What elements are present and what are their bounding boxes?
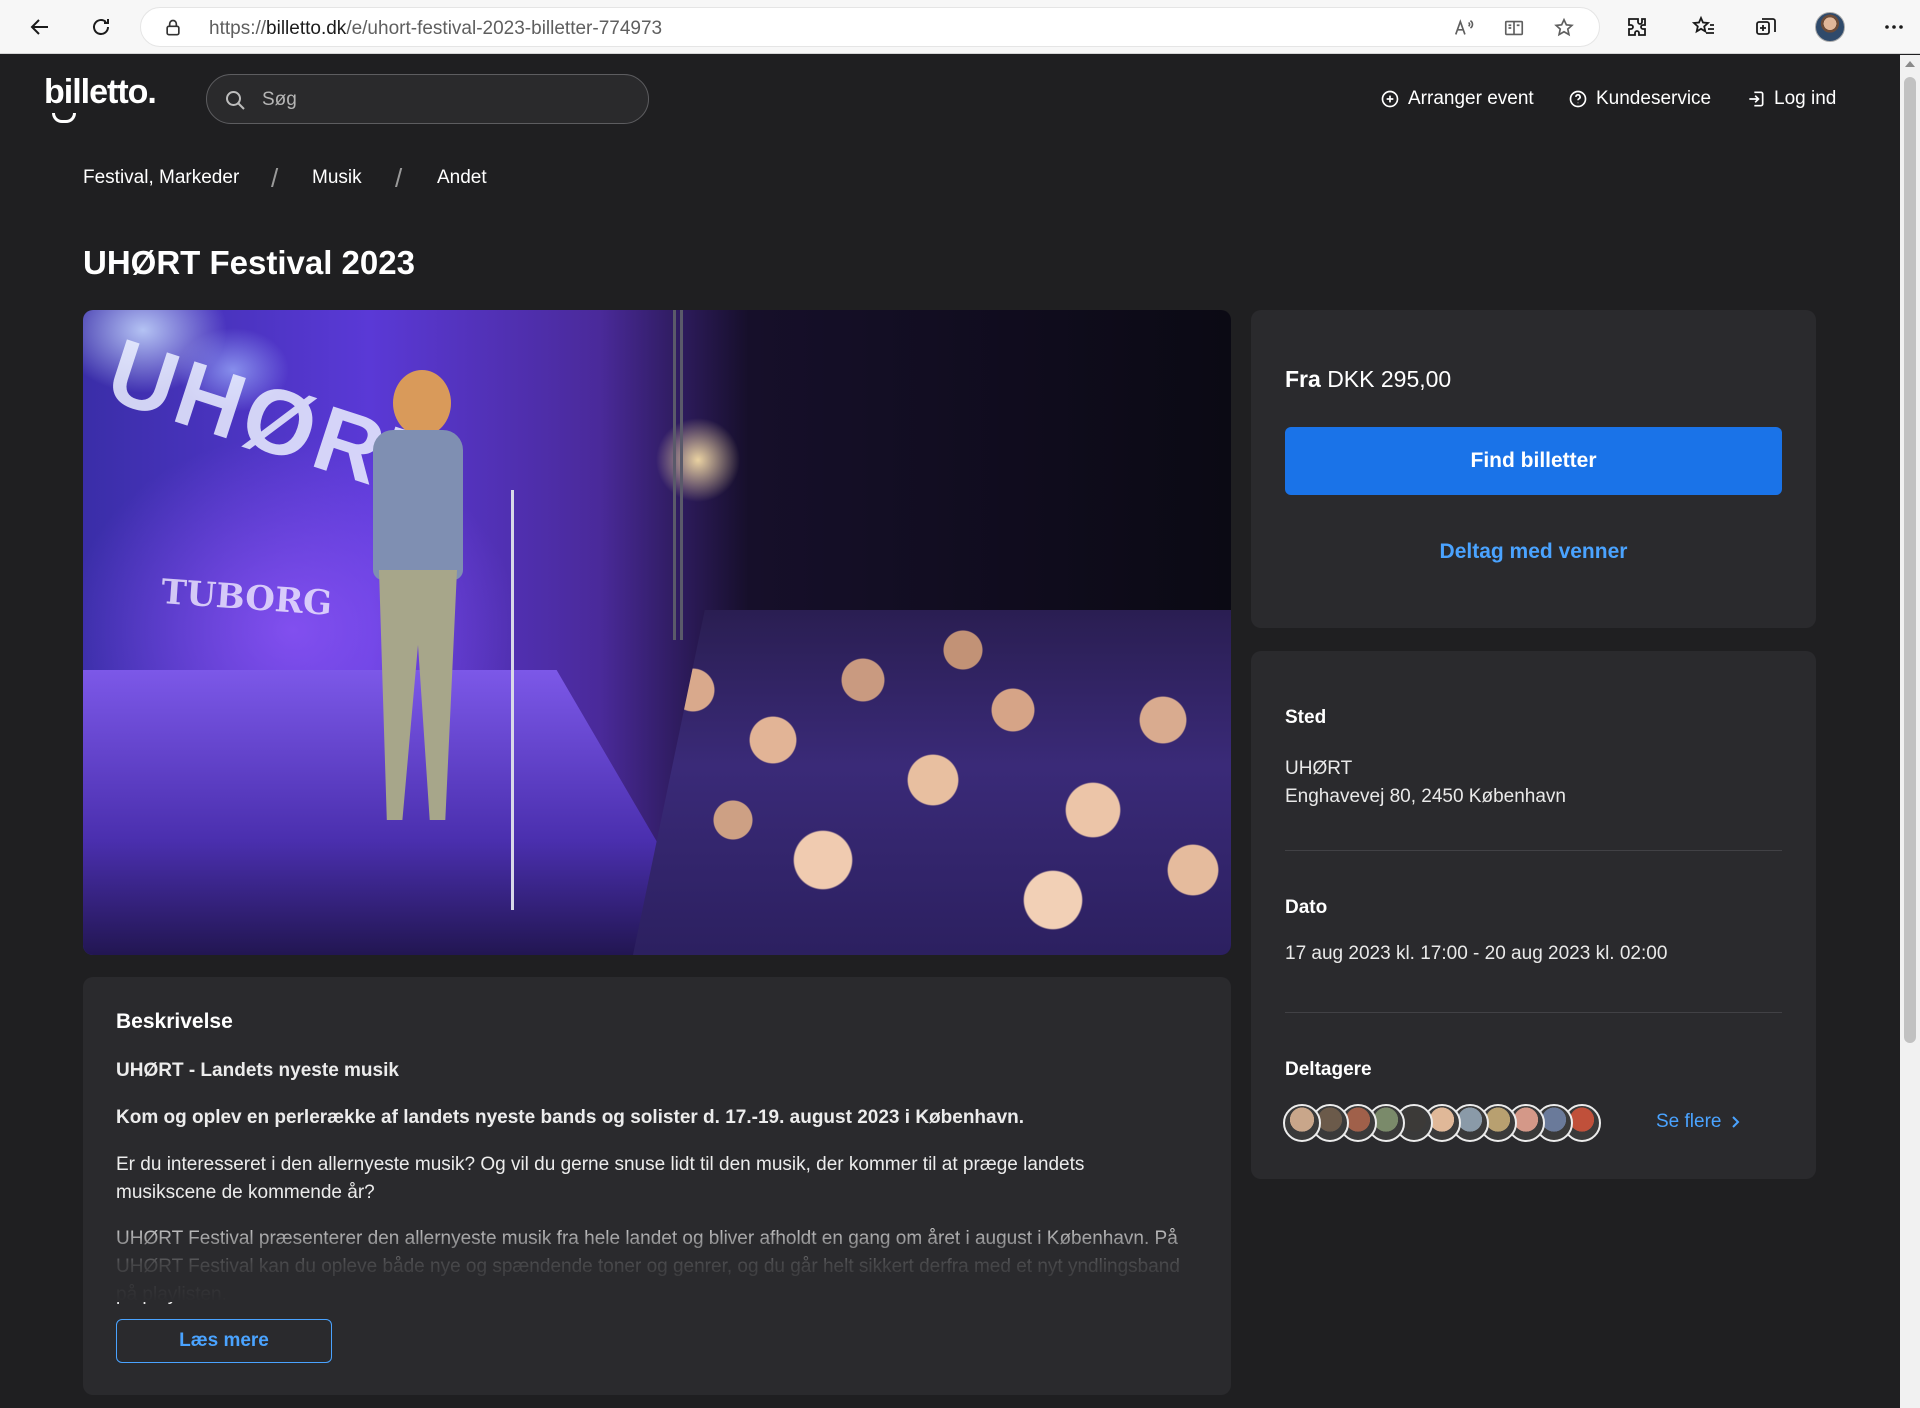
date-value: 17 aug 2023 kl. 17:00 - 20 aug 2023 kl. … [1285, 943, 1668, 964]
nav-kundeservice-label: Kundeservice [1596, 88, 1712, 109]
logo-smile-icon [52, 113, 76, 123]
divider [1285, 1012, 1782, 1013]
nav-arranger-event[interactable]: Arranger event [1380, 84, 1534, 114]
url-path: /e/uhort-festival-2023-billetter-774973 [346, 18, 663, 39]
join-with-friends-link[interactable]: Deltag med venner [1285, 540, 1782, 564]
breadcrumb-festival[interactable]: Festival, Markeder [83, 167, 239, 189]
price-value: DKK 295,00 [1327, 366, 1452, 392]
collections-icon[interactable] [1752, 13, 1780, 41]
extensions-icon[interactable] [1623, 13, 1651, 41]
plus-circle-icon [1381, 90, 1399, 108]
price-text: Fra DKK 295,00 [1285, 366, 1451, 393]
event-title: UHØRT Festival 2023 [83, 244, 415, 281]
scrollbar[interactable] [1900, 55, 1920, 1408]
back-icon[interactable] [22, 10, 58, 44]
ticket-card: Fra DKK 295,00 Find billetter Deltag med… [1251, 310, 1816, 628]
search-input[interactable]: Søg [206, 74, 649, 124]
divider [1285, 850, 1782, 851]
see-more-link[interactable]: Se flere [1656, 1111, 1741, 1133]
nav-kundeservice[interactable]: Kundeservice [1568, 84, 1711, 114]
login-icon [1749, 91, 1764, 107]
page: billetto. Søg Arranger event Kundeservic… [0, 55, 1900, 1408]
breadcrumb-musik[interactable]: Musik [312, 167, 362, 189]
browser-toolbar: https://billetto.dk/e/uhort-festival-202… [0, 0, 1920, 54]
address-bar[interactable]: https://billetto.dk/e/uhort-festival-202… [140, 7, 1600, 47]
find-tickets-button[interactable]: Find billetter [1285, 427, 1782, 495]
price-prefix: Fra [1285, 366, 1321, 392]
url-host: billetto.dk [266, 18, 347, 39]
breadcrumb-andet[interactable]: Andet [437, 167, 487, 189]
billetto-logo[interactable]: billetto. [44, 73, 157, 112]
nav-log-ind[interactable]: Log ind [1746, 84, 1836, 114]
description-heading: Beskrivelse [116, 1010, 233, 1033]
refresh-icon[interactable] [83, 10, 119, 44]
favorites-icon[interactable] [1690, 13, 1718, 41]
attendees-label: Deltagere [1285, 1059, 1372, 1080]
crowd [633, 610, 1231, 955]
scrollbar-thumb[interactable] [1904, 77, 1916, 1043]
attendee-avatars[interactable] [1283, 1104, 1643, 1144]
singer-legs [379, 570, 457, 820]
description-subtitle: UHØRT - Landets nyeste musik [116, 1060, 399, 1081]
scroll-up-icon[interactable] [1905, 61, 1915, 67]
singer-head [393, 370, 451, 436]
read-aloud-icon[interactable] [1451, 16, 1477, 40]
breadcrumb-separator: / [271, 163, 279, 193]
image-sponsor-text: TUBORG [159, 572, 334, 624]
stage-truss [673, 310, 683, 640]
description-card: Beskrivelse UHØRT - Landets nyeste musik… [83, 977, 1231, 1395]
date-label: Dato [1285, 897, 1328, 918]
lock-icon[interactable] [163, 18, 183, 38]
singer [363, 370, 473, 870]
add-favorite-icon[interactable] [1551, 16, 1577, 40]
immersive-reader-icon[interactable] [1501, 16, 1527, 40]
read-more-button[interactable]: Læs mere [116, 1319, 332, 1363]
chevron-right-icon [1732, 1116, 1740, 1128]
singer-torso [373, 430, 463, 580]
description-lead: Kom og oplev en perlerække af landets ny… [116, 1107, 1025, 1128]
search-placeholder: Søg [262, 89, 297, 110]
description-paragraph: Er du interesseret i den allernyeste mus… [116, 1154, 1085, 1203]
venue-address[interactable]: Enghavevej 80, 2450 København [1285, 786, 1566, 808]
help-circle-icon [1569, 90, 1587, 108]
url-prefix: https:// [209, 18, 267, 39]
event-info-card: Sted UHØRT Enghavevej 80, 2450 København… [1251, 651, 1816, 1179]
event-image: UHØRT TUBORG [83, 310, 1231, 955]
attendee-avatar[interactable] [1283, 1104, 1321, 1142]
mic-stand [511, 490, 514, 910]
breadcrumb-separator: / [395, 163, 403, 193]
venue-label: Sted [1285, 707, 1327, 728]
nav-arranger-event-label: Arranger event [1408, 88, 1534, 109]
nav-log-ind-label: Log ind [1774, 88, 1837, 109]
description-paragraph: UHØRT Festival præsenterer den allernyes… [116, 1228, 1180, 1305]
profile-avatar[interactable] [1815, 12, 1845, 42]
search-icon [226, 91, 245, 110]
url-text[interactable]: https://billetto.dk/e/uhort-festival-202… [209, 18, 662, 40]
more-menu-icon[interactable] [1880, 13, 1908, 41]
venue-name[interactable]: UHØRT [1285, 758, 1352, 780]
see-more-label: Se flere [1656, 1111, 1722, 1132]
